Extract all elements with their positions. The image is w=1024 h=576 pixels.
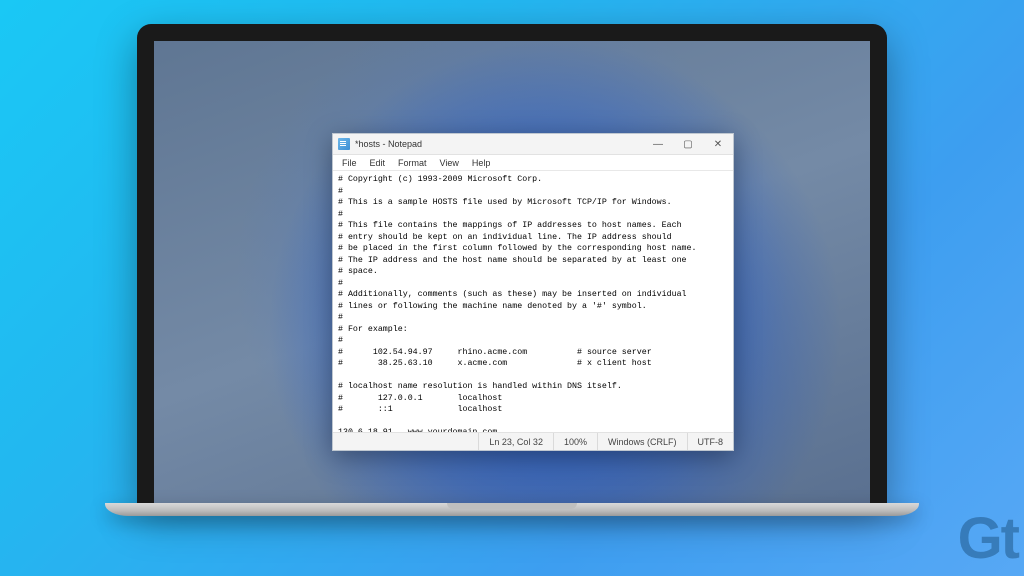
status-encoding: UTF-8 (687, 433, 734, 450)
statusbar: Ln 23, Col 32 100% Windows (CRLF) UTF-8 (333, 433, 733, 450)
laptop-notch (447, 503, 577, 509)
minimize-button[interactable]: — (643, 134, 673, 154)
status-zoom: 100% (553, 433, 597, 450)
status-position: Ln 23, Col 32 (478, 433, 553, 450)
notepad-window: *hosts - Notepad — ▢ ✕ File Edit Format … (332, 133, 734, 451)
laptop-base (105, 503, 919, 516)
menu-format[interactable]: Format (393, 157, 432, 169)
menu-view[interactable]: View (435, 157, 464, 169)
status-lineending: Windows (CRLF) (597, 433, 687, 450)
menu-edit[interactable]: Edit (365, 157, 391, 169)
menu-help[interactable]: Help (467, 157, 496, 169)
watermark-logo: Gt (958, 505, 1018, 572)
text-editor[interactable]: # Copyright (c) 1993-2009 Microsoft Corp… (333, 171, 733, 433)
menu-file[interactable]: File (337, 157, 362, 169)
laptop-frame: *hosts - Notepad — ▢ ✕ File Edit Format … (137, 24, 887, 505)
close-button[interactable]: ✕ (703, 134, 733, 154)
laptop-screen: *hosts - Notepad — ▢ ✕ File Edit Format … (154, 41, 870, 503)
menubar: File Edit Format View Help (333, 155, 733, 171)
titlebar[interactable]: *hosts - Notepad — ▢ ✕ (333, 134, 733, 155)
window-title: *hosts - Notepad (355, 139, 643, 149)
maximize-button[interactable]: ▢ (673, 134, 703, 154)
notepad-icon (338, 138, 350, 150)
